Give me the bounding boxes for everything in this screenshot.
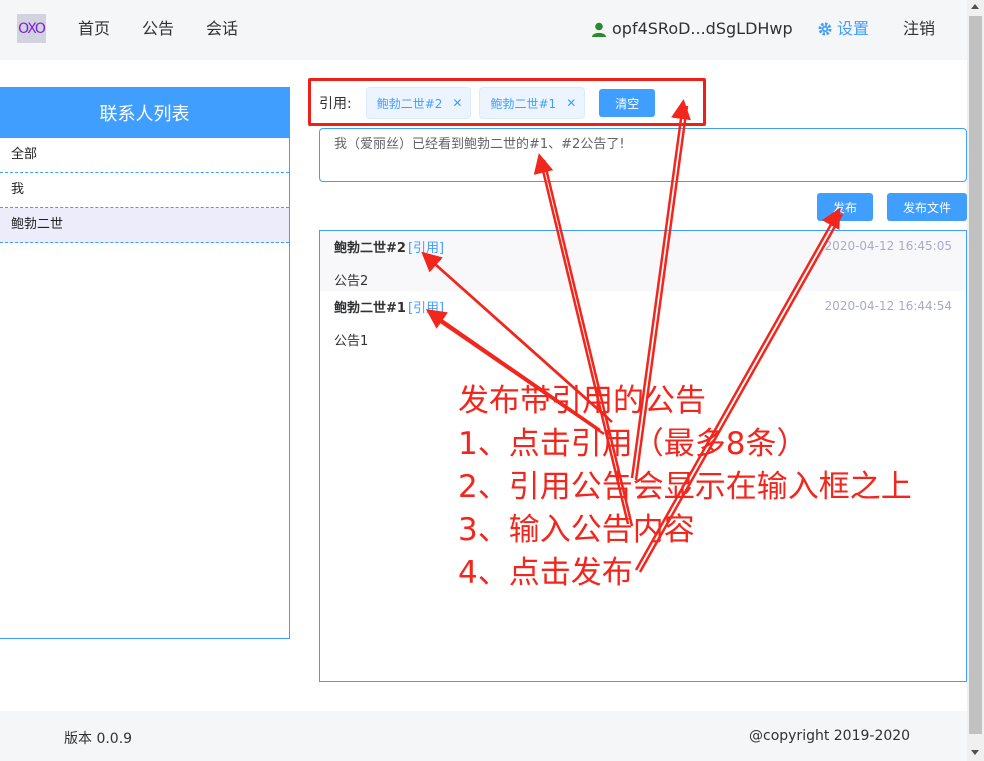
settings-label: 设置	[837, 19, 870, 38]
scroll-down-arrow-icon[interactable]	[971, 750, 979, 755]
settings-link[interactable]: 设置	[818, 19, 869, 39]
quote-link[interactable]: [引用]	[408, 241, 444, 256]
post-timestamp: 2020-04-12 16:44:54	[824, 299, 952, 313]
contact-item-me[interactable]: 我	[0, 173, 289, 208]
scrollbar-thumb[interactable]	[969, 16, 982, 734]
publish-button[interactable]: 发布	[817, 193, 873, 221]
user-icon	[592, 22, 606, 37]
annotation-line: 2、引用公告会显示在输入框之上	[458, 469, 912, 505]
nav-announcements-link[interactable]: 公告	[142, 19, 174, 39]
post-author: 鲍勃二世#2	[334, 241, 406, 256]
contacts-title: 联系人列表	[0, 88, 289, 138]
annotation-line: 4、点击发布	[458, 555, 633, 591]
nav-sessions-link[interactable]: 会话	[206, 19, 238, 39]
announcement-input[interactable]: 我（爱丽丝）已经看到鲍勃二世的#1、#2公告了!	[319, 128, 967, 182]
top-navbar: OXO 首页 公告 会话 opf4SRoD...dSgLDHwp 设置 注销	[0, 0, 967, 60]
list-item: 鲍勃二世#2 [引用] 2020-04-12 16:45:05 公告2	[320, 231, 966, 291]
post-content: 公告1	[334, 334, 369, 349]
contact-item-bob-ii[interactable]: 鲍勃二世	[0, 208, 289, 243]
annotation-highlight-box	[308, 78, 706, 126]
gear-icon	[818, 22, 832, 36]
user-id-label: opf4SRoD...dSgLDHwp	[612, 19, 793, 38]
list-item: 鲍勃二世#1 [引用] 2020-04-12 16:44:54 公告1	[320, 291, 966, 351]
post-timestamp: 2020-04-12 16:45:05	[824, 239, 952, 253]
annotation-line: 3、输入公告内容	[458, 512, 695, 548]
scroll-up-arrow-icon[interactable]	[971, 4, 979, 9]
post-author: 鲍勃二世#1	[334, 301, 406, 316]
quote-link[interactable]: [引用]	[408, 301, 444, 316]
post-content: 公告2	[334, 274, 369, 289]
nav-home-link[interactable]: 首页	[78, 19, 110, 39]
contacts-panel: 联系人列表 全部 我 鲍勃二世	[0, 87, 290, 639]
annotation-instructions: 发布带引用的公告 1、点击引用（最多8条） 2、引用公告会显示在输入框之上 3、…	[458, 380, 912, 595]
app-logo[interactable]: OXO	[17, 14, 46, 43]
page-footer: 版本 0.0.9 @copyright 2019-2020	[0, 711, 967, 761]
contact-item-all[interactable]: 全部	[0, 138, 289, 173]
publish-file-button[interactable]: 发布文件	[887, 193, 967, 221]
version-label: 版本 0.0.9	[64, 731, 133, 747]
user-menu[interactable]: opf4SRoD...dSgLDHwp	[592, 19, 793, 39]
annotation-line: 发布带引用的公告	[458, 383, 706, 419]
copyright-label: @copyright 2019-2020	[749, 728, 911, 744]
logout-link[interactable]: 注销	[903, 19, 935, 39]
page-scrollbar[interactable]	[967, 0, 984, 761]
annotation-line: 1、点击引用（最多8条）	[458, 426, 808, 462]
